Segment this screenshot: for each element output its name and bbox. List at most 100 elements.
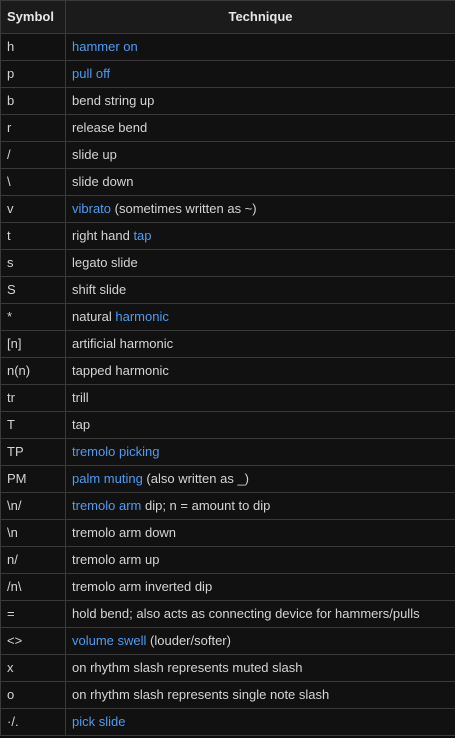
technique-text: right hand — [72, 228, 134, 243]
technique-link[interactable]: palm muting — [72, 471, 143, 486]
header-symbol: Symbol — [0, 0, 66, 34]
symbol-cell: n/ — [0, 546, 66, 574]
technique-cell: right hand tap — [65, 222, 455, 250]
technique-cell: shift slide — [65, 276, 455, 304]
table-row: Sshift slide — [0, 276, 455, 304]
technique-cell: release bend — [65, 114, 455, 142]
technique-text: shift slide — [72, 282, 127, 297]
table-row: v vibrato (sometimes written as ~) — [0, 195, 455, 223]
symbol-cell: TP — [0, 438, 66, 466]
table-row: t right hand tap — [0, 222, 455, 250]
technique-cell: legato slide — [65, 249, 455, 277]
technique-cell: tremolo arm up — [65, 546, 455, 574]
symbol-cell: ·/. — [0, 708, 66, 736]
technique-cell: trill — [65, 384, 455, 412]
table-row: /n\ tremolo arm inverted dip — [0, 573, 455, 601]
table-row: = hold bend; also acts as connecting devi… — [0, 600, 455, 628]
header-technique: Technique — [65, 0, 455, 34]
technique-cell: slide up — [65, 141, 455, 169]
technique-cell: slide down — [65, 168, 455, 196]
technique-cell: vibrato (sometimes written as ~) — [65, 195, 455, 223]
symbol-cell: T — [0, 411, 66, 439]
technique-link[interactable]: hammer on — [72, 39, 138, 54]
symbol-cell: n(n) — [0, 357, 66, 385]
technique-cell: pick slide — [65, 708, 455, 736]
technique-text: on rhythm slash represents muted slash — [72, 660, 303, 675]
technique-link[interactable]: volume swell — [72, 633, 146, 648]
technique-cell: tapped harmonic — [65, 357, 455, 385]
symbol-cell: b — [0, 87, 66, 115]
technique-cell: volume swell (louder/softer) — [65, 627, 455, 655]
symbol-cell: S — [0, 276, 66, 304]
symbol-cell: t — [0, 222, 66, 250]
technique-text: dip; n = amount to dip — [141, 498, 271, 513]
table-body: h hammer on p pull off b bend string up r relea… — [0, 33, 455, 736]
technique-cell: natural harmonic — [65, 303, 455, 331]
technique-cell: on rhythm slash represents single note s… — [65, 681, 455, 709]
table-row: <> volume swell (louder/softer) — [0, 627, 455, 655]
technique-cell: tremolo arm dip; n = amount to dip — [65, 492, 455, 520]
symbol-cell: / — [0, 141, 66, 169]
table-row: [n] artificial harmonic — [0, 330, 455, 358]
symbol-cell: h — [0, 33, 66, 61]
technique-text: (louder/softer) — [146, 633, 231, 648]
technique-text: tremolo arm up — [72, 552, 160, 567]
technique-text: legato slide — [72, 255, 138, 270]
technique-link[interactable]: tremolo picking — [72, 444, 159, 459]
technique-link[interactable]: pick slide — [72, 714, 125, 729]
table-row: \ slide down — [0, 168, 455, 196]
page: Symbol Technique h hammer on p pull off b ben… — [0, 0, 455, 738]
table-row: x on rhythm slash represents muted slash — [0, 654, 455, 682]
technique-cell: bend string up — [65, 87, 455, 115]
table-row: Ttap — [0, 411, 455, 439]
table-row: h hammer on — [0, 33, 455, 61]
symbol-cell: PM — [0, 465, 66, 493]
technique-cell: artificial harmonic — [65, 330, 455, 358]
technique-text: release bend — [72, 120, 148, 135]
technique-text: tremolo arm down — [72, 525, 177, 540]
technique-text: slide up — [72, 147, 117, 162]
table-row: r release bend — [0, 114, 455, 142]
symbol-cell: = — [0, 600, 66, 628]
technique-link[interactable]: harmonic — [115, 309, 168, 324]
technique-text: tapped harmonic — [72, 363, 169, 378]
table-row: TP tremolo picking — [0, 438, 455, 466]
technique-cell: tremolo picking — [65, 438, 455, 466]
technique-cell: tremolo arm down — [65, 519, 455, 547]
table-row: tr trill — [0, 384, 455, 412]
technique-cell: tap — [65, 411, 455, 439]
symbol-cell: v — [0, 195, 66, 223]
table-row: o on rhythm slash represents single note … — [0, 681, 455, 709]
technique-cell: hammer on — [65, 33, 455, 61]
technique-text: tap — [72, 417, 91, 432]
technique-link[interactable]: tremolo arm — [72, 498, 141, 513]
symbol-cell: \ — [0, 168, 66, 196]
table-row: / slide up — [0, 141, 455, 169]
technique-table: Symbol Technique h hammer on p pull off b ben… — [0, 0, 455, 736]
symbol-cell: * — [0, 303, 66, 331]
technique-link[interactable]: vibrato — [72, 201, 111, 216]
technique-link[interactable]: tap — [133, 228, 151, 243]
table-row: \n tremolo arm down — [0, 519, 455, 547]
technique-text: (sometimes written as ~) — [111, 201, 257, 216]
table-row: * natural harmonic — [0, 303, 455, 331]
symbol-cell: \n — [0, 519, 66, 547]
symbol-cell: o — [0, 681, 66, 709]
header-row: Symbol Technique — [0, 0, 455, 34]
symbol-cell: p — [0, 60, 66, 88]
technique-cell: on rhythm slash represents muted slash — [65, 654, 455, 682]
symbol-cell: \n/ — [0, 492, 66, 520]
technique-text: tremolo arm inverted dip — [72, 579, 213, 594]
technique-text: trill — [72, 390, 89, 405]
symbol-cell: /n\ — [0, 573, 66, 601]
table-row: p pull off — [0, 60, 455, 88]
technique-text: bend string up — [72, 93, 155, 108]
technique-link[interactable]: pull off — [72, 66, 110, 81]
technique-text: artificial harmonic — [72, 336, 174, 351]
symbol-cell: [n] — [0, 330, 66, 358]
symbol-cell: x — [0, 654, 66, 682]
technique-text: slide down — [72, 174, 134, 189]
technique-text: hold bend; also acts as connecting devic… — [72, 606, 420, 621]
technique-cell: tremolo arm inverted dip — [65, 573, 455, 601]
symbol-cell: tr — [0, 384, 66, 412]
